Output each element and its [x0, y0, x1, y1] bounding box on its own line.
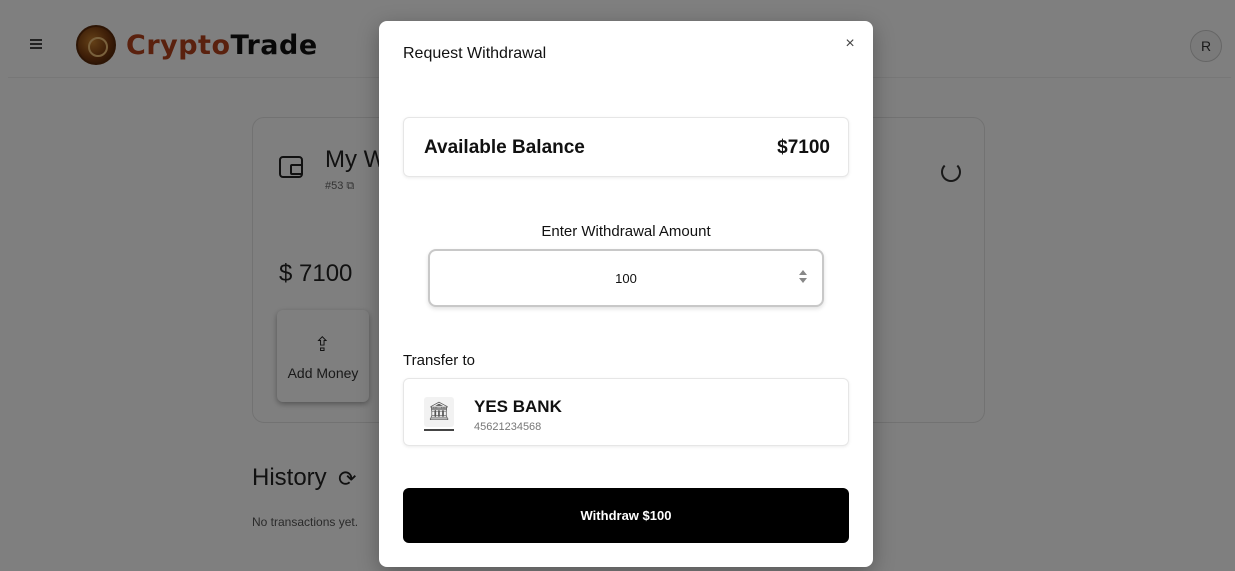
withdrawal-amount-input[interactable] — [430, 251, 822, 305]
available-balance-value: $7100 — [777, 137, 830, 158]
bank-icon: 🏛 — [424, 397, 454, 431]
available-balance-label: Available Balance — [424, 137, 585, 158]
transfer-to-label: Transfer to — [403, 352, 475, 369]
bank-account-number: 45621234568 — [474, 421, 542, 433]
close-icon[interactable]: × — [842, 36, 858, 52]
available-balance-card: Available Balance $7100 — [403, 117, 849, 177]
withdrawal-modal: Request Withdrawal × Available Balance $… — [379, 21, 873, 567]
bank-account-card[interactable]: 🏛 YES BANK 45621234568 — [403, 378, 849, 446]
withdraw-button[interactable]: Withdraw $100 — [403, 488, 849, 543]
stepper-up-icon[interactable] — [799, 270, 807, 275]
stepper-down-icon[interactable] — [799, 278, 807, 283]
withdrawal-amount-field — [428, 249, 824, 307]
withdrawal-amount-label: Enter Withdrawal Amount — [541, 223, 711, 240]
modal-title: Request Withdrawal — [403, 45, 547, 62]
amount-stepper[interactable] — [798, 270, 808, 288]
bank-name: YES BANK — [474, 397, 562, 416]
